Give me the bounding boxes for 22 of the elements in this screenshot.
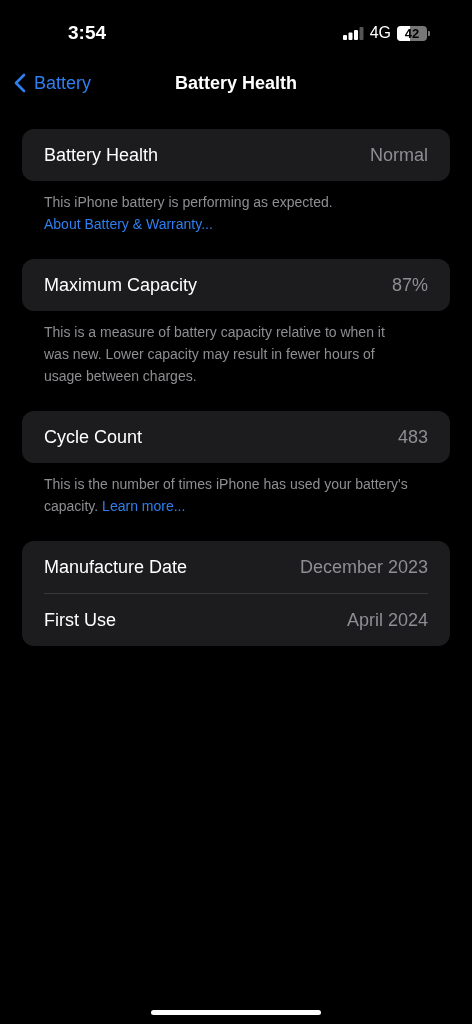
- home-indicator[interactable]: [151, 1010, 321, 1015]
- row-value: 483: [397, 426, 428, 448]
- footer-link[interactable]: Learn more...: [102, 498, 186, 514]
- row-value: December 2023: [299, 556, 428, 578]
- row-label: Cycle Count: [44, 426, 143, 448]
- footer-link[interactable]: About Battery & Warranty...: [44, 216, 213, 232]
- footer-text: This is the number of times iPhone has used your battery's capacity. Learn more...: [43, 475, 409, 516]
- row-value: Normal: [370, 144, 428, 166]
- screen-title: Battery Health: [174, 72, 297, 94]
- row-label: Maximum Capacity: [44, 274, 198, 296]
- row-label: Battery Health: [44, 144, 159, 166]
- row-label: Manufacture Date: [44, 556, 188, 578]
- back-link[interactable]: Battery: [14, 61, 92, 105]
- footer-text: This is a measure of battery capacity relative to when it was new. Lower capacity may result in fewer hours of usage between charges.: [43, 323, 386, 386]
- footer-text: This iPhone battery is performing as expected. About Battery & Warranty...: [43, 193, 334, 234]
- signal-icon: [342, 26, 364, 40]
- row-label: First Use: [44, 609, 116, 631]
- network-label: 4G: [369, 24, 391, 42]
- row-value: 87%: [391, 274, 428, 296]
- row-value: April 2024: [346, 609, 428, 631]
- clock-time: 3:54: [68, 22, 107, 44]
- chevron-left-icon: [14, 73, 26, 93]
